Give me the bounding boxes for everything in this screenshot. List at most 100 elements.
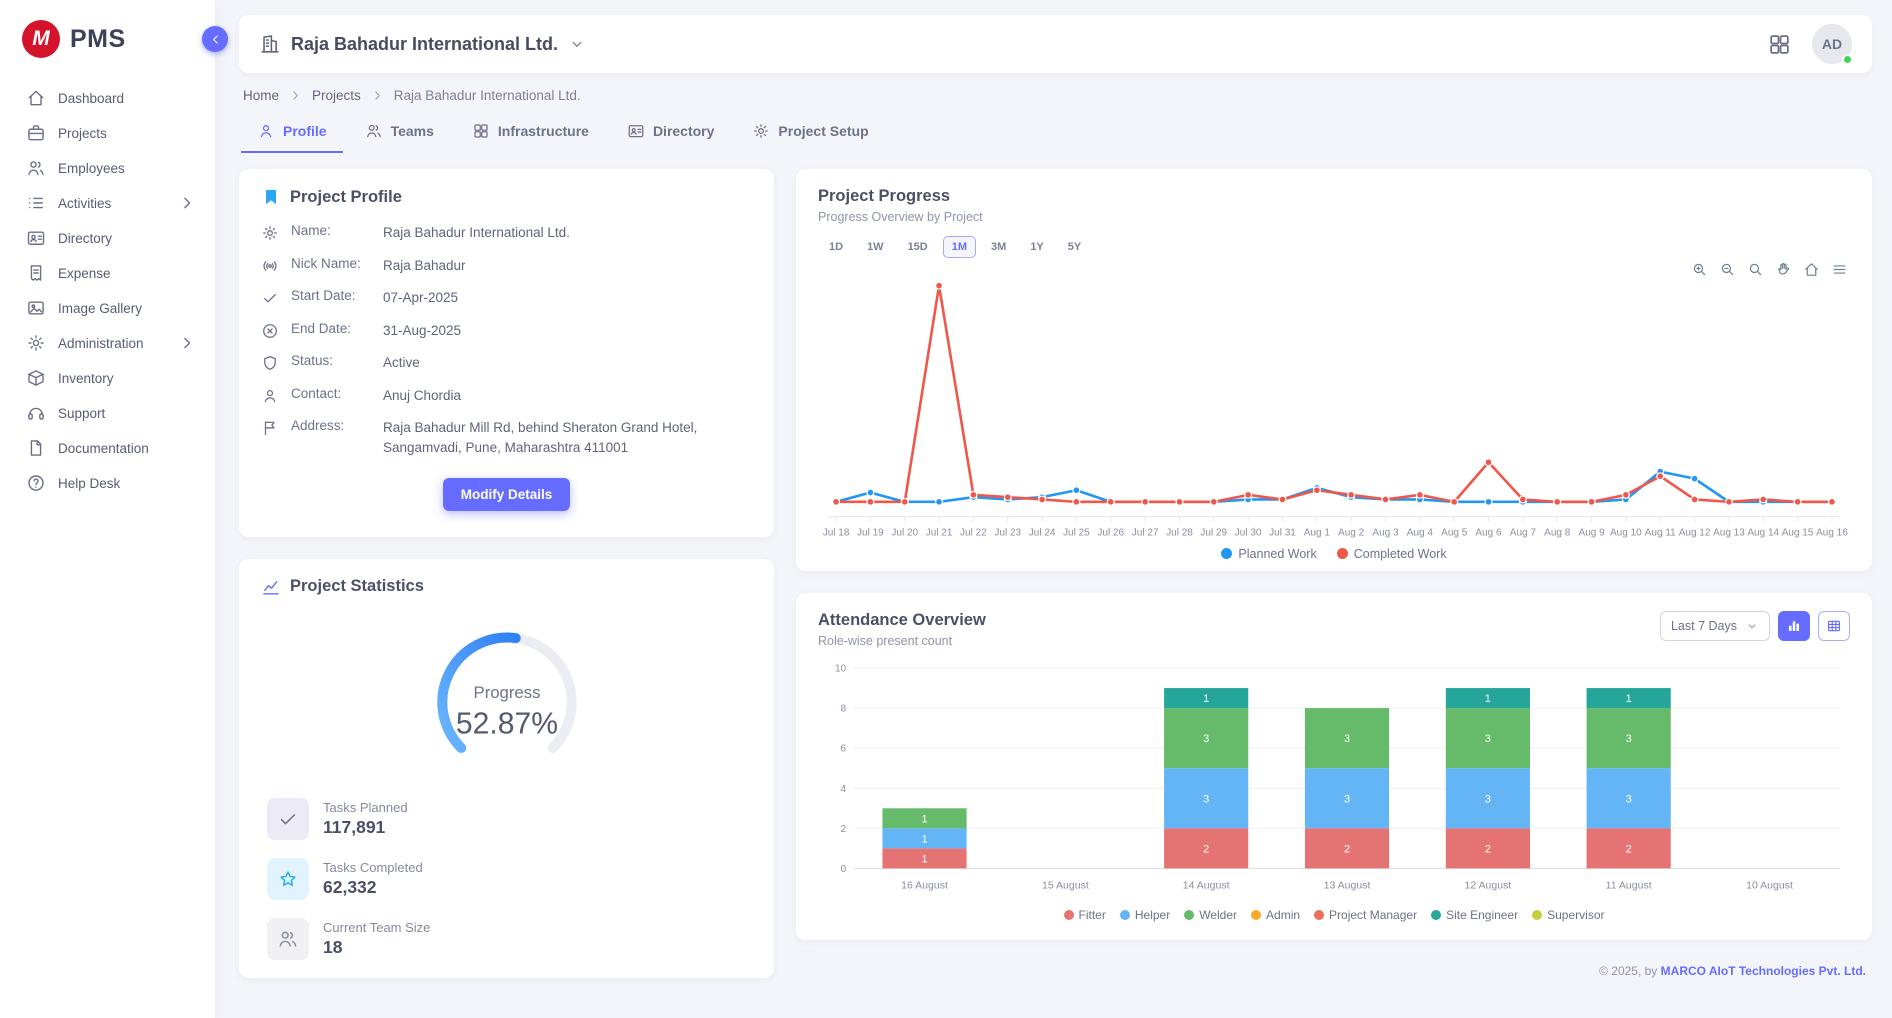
contact-card-icon — [26, 228, 46, 248]
image-icon — [26, 298, 46, 318]
sidebar-item-dashboard[interactable]: Dashboard — [10, 81, 205, 115]
attendance-chart-legend: Fitter Helper Welder Admin Project Manager Si… — [818, 908, 1850, 922]
svg-text:Aug 9: Aug 9 — [1579, 528, 1606, 539]
attendance-bar-chart[interactable]: 024681011116 August15 August233114 Augus… — [818, 658, 1850, 906]
legend-item-helper[interactable]: Helper — [1120, 908, 1170, 922]
sidebar-item-documentation[interactable]: Documentation — [10, 431, 205, 465]
field-label: Name: — [291, 223, 371, 238]
tab-bar: Profile Teams Infrastructure Directory Proje… — [239, 112, 1872, 153]
range-15d-button[interactable]: 15D — [899, 236, 937, 258]
tab-teams[interactable]: Teams — [349, 112, 450, 153]
home-icon[interactable] — [1803, 261, 1820, 278]
field-value: Anuj Chordia — [383, 386, 752, 406]
range-selector: 1D 1W 15D 1M 3M 1Y 5Y — [820, 236, 1850, 258]
attendance-bar-chart-svg: 024681011116 August15 August233114 Augus… — [818, 658, 1850, 906]
svg-text:Jul 20: Jul 20 — [891, 528, 918, 539]
sidebar-item-employees[interactable]: Employees — [10, 151, 205, 185]
user-avatar[interactable]: AD — [1812, 24, 1852, 64]
check-icon — [261, 289, 279, 307]
legend-item-supervisor[interactable]: Supervisor — [1532, 908, 1604, 922]
document-icon — [26, 438, 46, 458]
field-label: Start Date: — [291, 288, 371, 303]
tab-profile[interactable]: Profile — [241, 112, 343, 153]
chart-view-toggle-button[interactable] — [1778, 611, 1810, 641]
svg-text:8: 8 — [841, 703, 847, 714]
svg-text:Jul 19: Jul 19 — [857, 528, 884, 539]
sidebar-item-activities[interactable]: Activities — [10, 186, 205, 220]
sidebar-item-label: Support — [58, 406, 197, 421]
field-label: Nick Name: — [291, 256, 371, 271]
progress-line-chart[interactable]: Jul 18Jul 19Jul 20Jul 21Jul 22Jul 23Jul … — [818, 260, 1850, 545]
field-label: End Date: — [291, 321, 371, 336]
sidebar-item-image-gallery[interactable]: Image Gallery — [10, 291, 205, 325]
gear-icon — [752, 122, 770, 140]
legend-item-planned-work[interactable]: Planned Work — [1221, 547, 1316, 561]
shield-icon — [261, 354, 279, 372]
tab-directory[interactable]: Directory — [611, 112, 730, 153]
sidebar-item-help-desk[interactable]: Help Desk — [10, 466, 205, 500]
sidebar-item-label: Image Gallery — [58, 301, 197, 316]
sidebar-item-support[interactable]: Support — [10, 396, 205, 430]
svg-text:2: 2 — [1626, 843, 1632, 855]
range-1m-button[interactable]: 1M — [943, 236, 976, 258]
flag-icon — [261, 419, 279, 437]
sidebar-item-inventory[interactable]: Inventory — [10, 361, 205, 395]
svg-text:Jul 28: Jul 28 — [1166, 528, 1193, 539]
svg-text:Aug 6: Aug 6 — [1475, 528, 1502, 539]
range-1y-button[interactable]: 1Y — [1021, 236, 1052, 258]
chevron-right-icon — [177, 193, 197, 213]
sidebar-item-expense[interactable]: Expense — [10, 256, 205, 290]
apps-grid-button[interactable] — [1767, 32, 1792, 57]
date-range-select[interactable]: Last 7 Days — [1660, 611, 1770, 641]
pan-icon[interactable] — [1775, 261, 1792, 278]
tab-label: Teams — [391, 123, 434, 139]
svg-text:Aug 1: Aug 1 — [1304, 528, 1331, 539]
stat-value: 62,332 — [323, 877, 423, 898]
project-profile-card: Project Profile Name:Raja Bahadur Intern… — [239, 169, 774, 537]
sidebar-item-label: Help Desk — [58, 476, 197, 491]
company-link[interactable]: MARCO AIoT Technologies Pvt. Ltd. — [1661, 964, 1866, 978]
sidebar: M PMS DashboardProjectsEmployees Activiti… — [0, 0, 215, 1018]
svg-text:Aug 16: Aug 16 — [1816, 528, 1848, 539]
field-value: Raja Bahadur International Ltd. — [383, 223, 752, 243]
sidebar-item-administration[interactable]: Administration — [10, 326, 205, 360]
home-icon — [26, 88, 46, 108]
tab-label: Directory — [653, 123, 714, 139]
zoom-in-icon[interactable] — [1691, 261, 1708, 278]
top-header: Raja Bahadur International Ltd. AD — [239, 15, 1872, 73]
breadcrumb-item-raja-bahadur-international-ltd: Raja Bahadur International Ltd. — [394, 88, 581, 103]
legend-item-welder[interactable]: Welder — [1184, 908, 1237, 922]
sidebar-item-projects[interactable]: Projects — [10, 116, 205, 150]
tab-infrastructure[interactable]: Infrastructure — [456, 112, 605, 153]
legend-item-site-engineer[interactable]: Site Engineer — [1431, 908, 1518, 922]
menu-icon[interactable] — [1831, 261, 1848, 278]
sidebar-collapse-button[interactable] — [202, 26, 228, 52]
stat-value: 117,891 — [323, 817, 408, 838]
progress-card-subtitle: Progress Overview by Project — [818, 210, 1850, 224]
legend-item-project-manager[interactable]: Project Manager — [1314, 908, 1417, 922]
sidebar-item-label: Activities — [58, 196, 165, 211]
breadcrumb-item-projects[interactable]: Projects — [312, 88, 361, 103]
modify-details-button[interactable]: Modify Details — [443, 478, 571, 511]
legend-item-completed-work[interactable]: Completed Work — [1337, 547, 1447, 561]
range-1w-button[interactable]: 1W — [858, 236, 893, 258]
chevron-down-icon — [1745, 619, 1759, 633]
range-1d-button[interactable]: 1D — [820, 236, 852, 258]
app-brand[interactable]: M PMS — [0, 0, 215, 78]
breadcrumb: Home Projects Raja Bahadur International L… — [239, 73, 1872, 112]
field-value: Raja Bahadur Mill Rd, behind Sheraton Gr… — [383, 418, 752, 457]
legend-item-admin[interactable]: Admin — [1251, 908, 1300, 922]
legend-item-fitter[interactable]: Fitter — [1064, 908, 1106, 922]
building-icon — [259, 33, 281, 55]
breadcrumb-item-home[interactable]: Home — [243, 88, 279, 103]
field-value: 07-Apr-2025 — [383, 288, 752, 308]
selection-zoom-icon[interactable] — [1747, 261, 1764, 278]
sidebar-item-label: Expense — [58, 266, 197, 281]
table-view-toggle-button[interactable] — [1818, 611, 1850, 641]
range-5y-button[interactable]: 5Y — [1059, 236, 1090, 258]
tab-project-setup[interactable]: Project Setup — [736, 112, 884, 153]
zoom-out-icon[interactable] — [1719, 261, 1736, 278]
company-selector[interactable]: Raja Bahadur International Ltd. — [259, 33, 586, 55]
range-3m-button[interactable]: 3M — [982, 236, 1015, 258]
sidebar-item-directory[interactable]: Directory — [10, 221, 205, 255]
